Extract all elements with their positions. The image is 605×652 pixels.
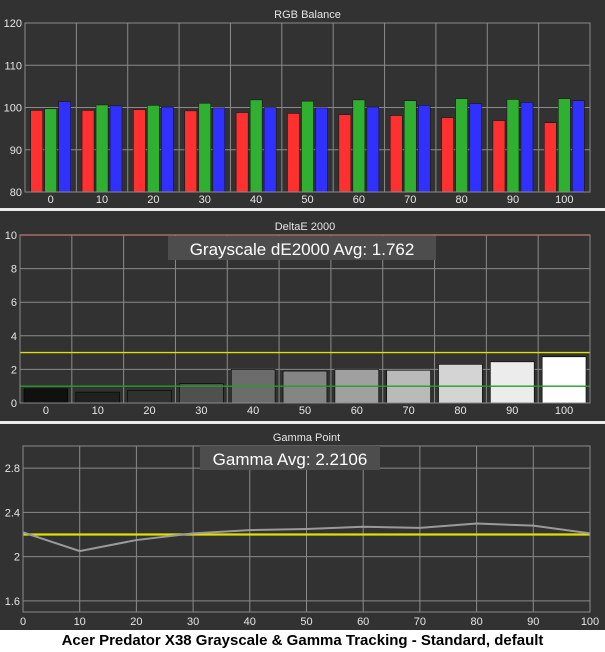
rgb-bar	[492, 120, 506, 193]
x-tick-label: 40	[244, 616, 256, 628]
y-tick-label: 10	[5, 230, 17, 242]
rgb-bar	[198, 103, 212, 193]
x-tick-label: 20	[143, 405, 155, 417]
x-tick-label: 10	[74, 616, 86, 628]
figure-caption: Acer Predator X38 Grayscale & Gamma Trac…	[0, 630, 605, 652]
panel-separator	[0, 208, 605, 211]
x-tick-label: 50	[300, 616, 312, 628]
x-tick-label: 10	[96, 194, 108, 206]
rgb-bar	[81, 110, 95, 193]
y-tick-label: 2.4	[5, 507, 20, 519]
x-tick-label: 0	[20, 616, 26, 628]
rgb-bar	[58, 101, 71, 193]
x-tick-label: 40	[250, 194, 262, 206]
x-tick-label: 30	[195, 405, 207, 417]
y-tick-label: 2	[14, 552, 20, 564]
rgb-bar	[161, 106, 174, 193]
rgb-bar	[544, 122, 557, 193]
x-tick-label: 50	[299, 405, 311, 417]
chart-stage: RGB Balance 120 110 100 90 80 0 10 20 30 40 50 60 70 8…	[0, 0, 605, 652]
rgb-bar	[338, 114, 352, 193]
x-tick-label: 90	[507, 194, 519, 206]
rgb-bar	[520, 102, 534, 193]
rgb-bar	[263, 107, 277, 193]
y-tick-label: 6	[11, 297, 17, 309]
x-tick-label: 90	[506, 405, 518, 417]
delta-e-bar	[541, 356, 587, 404]
rgb-bar	[506, 99, 520, 193]
rgb-bar	[441, 117, 454, 193]
x-tick-label: 40	[247, 405, 259, 417]
y-tick-label: 2	[11, 364, 17, 376]
x-tick-label: 80	[454, 405, 466, 417]
rgb-bar	[366, 106, 380, 193]
rgb-bar	[417, 105, 431, 193]
x-tick-label: 10	[92, 405, 104, 417]
x-tick-label: 80	[455, 194, 467, 206]
chart-title: DeltaE 2000	[275, 221, 336, 233]
delta-e-bar	[23, 388, 69, 404]
annotation-text: Grayscale dE2000 Avg: 1.762	[190, 240, 415, 259]
chart-title: Gamma Point	[273, 432, 340, 444]
delta-e-bar	[438, 364, 483, 404]
rgb-bar	[352, 99, 366, 193]
x-tick-label: 20	[147, 194, 159, 206]
charts-svg: RGB Balance12011010090800 10 20 30 40 50 60 70 8…	[0, 9, 605, 628]
y-tick-label: 4	[11, 331, 17, 343]
x-tick-label: 50	[301, 194, 313, 206]
rgb-bar	[212, 107, 226, 193]
y-tick-label: 110	[4, 60, 22, 72]
rgb-bar	[403, 100, 417, 193]
panel-separator	[0, 421, 605, 424]
rgb-bar	[389, 115, 403, 193]
y-tick-label: 120	[4, 18, 22, 30]
delta-e-bar	[75, 391, 120, 404]
rgb-bar	[572, 100, 585, 193]
rgb-bar	[235, 112, 249, 193]
x-tick-label: 30	[187, 616, 199, 628]
rgb-bar	[109, 105, 123, 193]
x-tick-label: 30	[199, 194, 211, 206]
x-tick-label: 90	[527, 616, 539, 628]
y-tick-label: 0	[11, 398, 17, 410]
y-tick-label: 1.6	[5, 596, 20, 608]
y-tick-label: 90	[10, 145, 22, 157]
x-tick-label: 100	[555, 194, 573, 206]
rgb-bar	[469, 103, 482, 193]
x-tick-label: 70	[403, 405, 415, 417]
chart-title: RGB Balance	[274, 9, 341, 21]
x-tick-label: 100	[555, 405, 573, 417]
delta-e-bar	[127, 390, 172, 404]
x-tick-label: 20	[130, 616, 142, 628]
rgb-bar	[30, 110, 43, 193]
y-tick-label: 8	[11, 264, 17, 276]
y-tick-label: 100	[4, 103, 22, 115]
rgb-bar	[315, 107, 328, 193]
x-tick-label: 100	[581, 616, 599, 628]
x-tick-label: 60	[357, 616, 369, 628]
rgb-bar	[147, 105, 160, 193]
x-tick-label: 60	[353, 194, 365, 206]
y-tick-label: 2.8	[5, 463, 20, 475]
rgb-bar	[95, 104, 109, 193]
rgb-bar	[44, 108, 57, 193]
y-tick-label: 80	[10, 187, 22, 199]
delta-e-bar	[490, 361, 535, 404]
rgb-bar	[287, 113, 300, 193]
x-tick-label: 80	[470, 616, 482, 628]
x-tick-label: 0	[48, 194, 54, 206]
x-tick-label: 70	[414, 616, 426, 628]
x-tick-label: 60	[351, 405, 363, 417]
x-tick-label: 70	[404, 194, 416, 206]
rgb-bar	[301, 100, 314, 193]
x-tick-label: 0	[43, 405, 49, 417]
rgb-bar	[184, 110, 198, 193]
delta-e-bar	[282, 370, 328, 404]
rgb-bar	[455, 98, 468, 193]
annotation-text: Gamma Avg: 2.2106	[213, 450, 368, 469]
rgb-bar	[249, 99, 263, 193]
rgb-bar	[558, 98, 571, 193]
rgb-bar	[133, 109, 146, 193]
